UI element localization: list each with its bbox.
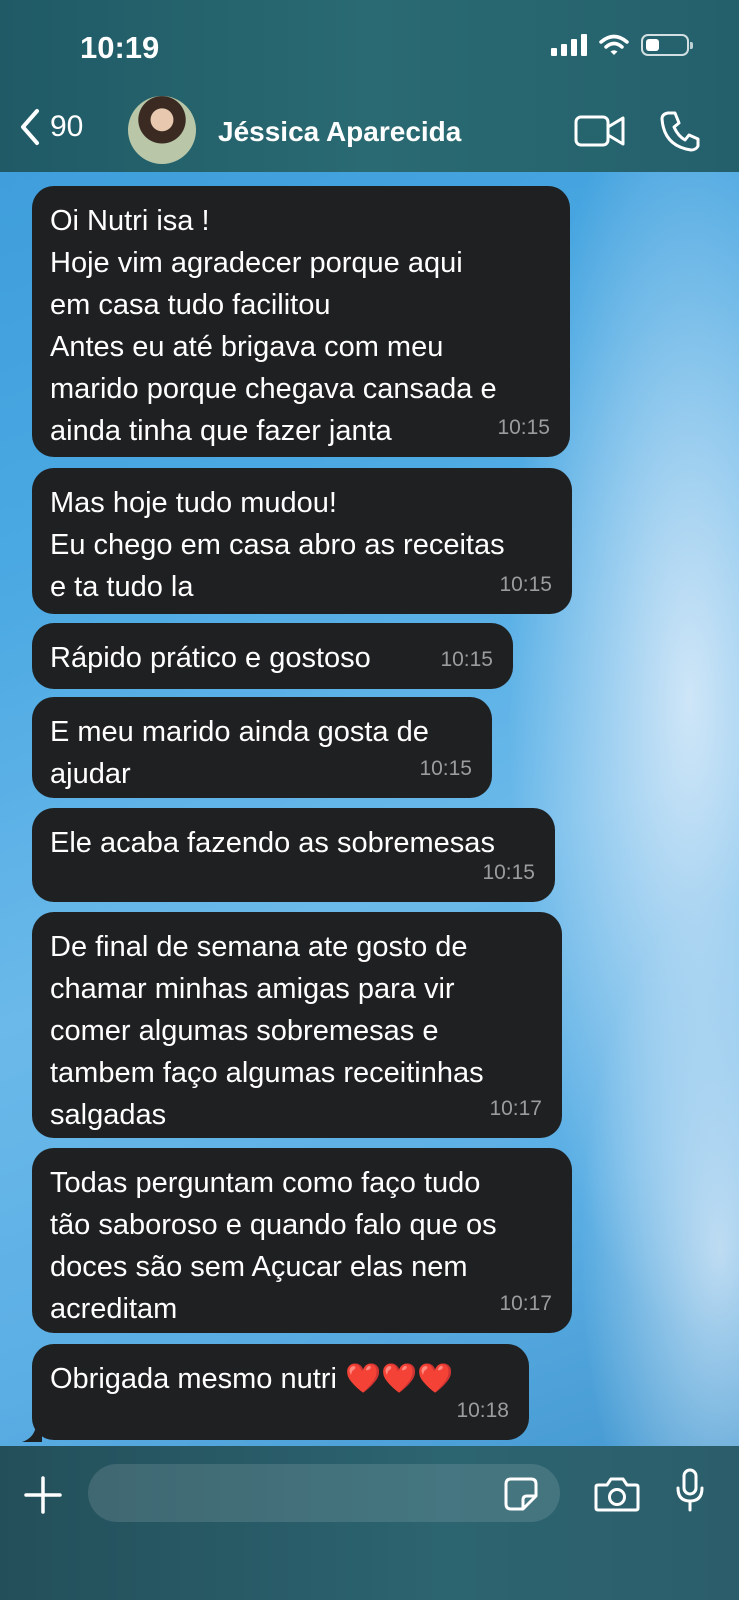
cellular-signal-icon [551,34,587,56]
status-icons [551,34,693,56]
camera-icon [594,1477,640,1512]
message-text: Oi Nutri isa ! Hoje vim agradecer porque… [50,205,497,447]
unread-count: 90 [50,110,84,143]
message-text: Todas perguntam como faço tudo tão sabor… [50,1167,497,1325]
status-bar: 10:19 [0,0,739,90]
voice-call-button[interactable] [660,110,700,157]
message-text: De final de semana ate gosto de chamar m… [50,931,484,1131]
chat-header: 10:19 90 Jéssica Aparecida [0,0,739,172]
message-bubble[interactable]: Obrigada mesmo nutri ❤️❤️❤️ 10:18 [32,1344,529,1440]
message-text: Mas hoje tudo mudou! Eu chego em casa ab… [50,487,505,603]
chat-screen: 10:19 90 Jéssica Aparecida Oi Nutri isa … [0,0,739,1600]
sticker-button[interactable] [503,1476,539,1517]
bubble-tail [22,1426,42,1442]
message-composer [0,1446,739,1600]
message-time: 10:15 [482,861,535,884]
sticker-icon [504,1477,538,1511]
video-call-button[interactable] [574,114,626,153]
message-input[interactable] [88,1464,560,1522]
message-bubble[interactable]: E meu marido ainda gosta de ajudar 10:15 [32,697,492,798]
contact-name[interactable]: Jéssica Aparecida [218,116,461,148]
status-time: 10:19 [80,30,160,65]
message-time: 10:15 [499,573,552,596]
microphone-icon [676,1468,704,1512]
plus-icon [24,1476,62,1514]
message-bubble[interactable]: Ele acaba fazendo as sobremesas 10:15 [32,808,555,902]
phone-icon [660,111,700,152]
message-text: E meu marido ainda gosta de ajudar [50,716,429,790]
message-bubble[interactable]: Rápido prático e gostoso 10:15 [32,623,513,689]
video-call-icon [574,115,625,147]
battery-icon [641,34,693,56]
message-bubble[interactable]: Todas perguntam como faço tudo tão sabor… [32,1148,572,1333]
message-bubble[interactable]: Mas hoje tudo mudou! Eu chego em casa ab… [32,468,572,614]
chat-nav: 90 Jéssica Aparecida [0,92,739,170]
message-time: 10:15 [440,648,493,671]
camera-button[interactable] [594,1476,640,1517]
attach-button[interactable] [24,1476,62,1519]
battery-fill [646,39,659,51]
avatar[interactable] [128,96,196,164]
message-bubble[interactable]: Oi Nutri isa ! Hoje vim agradecer porque… [32,186,570,457]
message-text: Obrigada mesmo nutri ❤️❤️❤️ [50,1363,454,1395]
chevron-left-icon [21,109,39,145]
message-time: 10:17 [489,1097,542,1120]
message-time: 10:15 [419,757,472,780]
voice-message-button[interactable] [675,1468,705,1519]
message-time: 10:17 [499,1292,552,1315]
message-list[interactable]: Oi Nutri isa ! Hoje vim agradecer porque… [0,172,739,1446]
message-time: 10:15 [497,416,550,439]
wifi-icon [599,34,629,55]
message-bubble[interactable]: De final de semana ate gosto de chamar m… [32,912,562,1138]
message-time: 10:18 [456,1399,509,1422]
message-text: Rápido prático e gostoso [50,642,371,674]
message-text: Ele acaba fazendo as sobremesas [50,827,495,859]
back-button[interactable]: 90 [18,108,83,146]
